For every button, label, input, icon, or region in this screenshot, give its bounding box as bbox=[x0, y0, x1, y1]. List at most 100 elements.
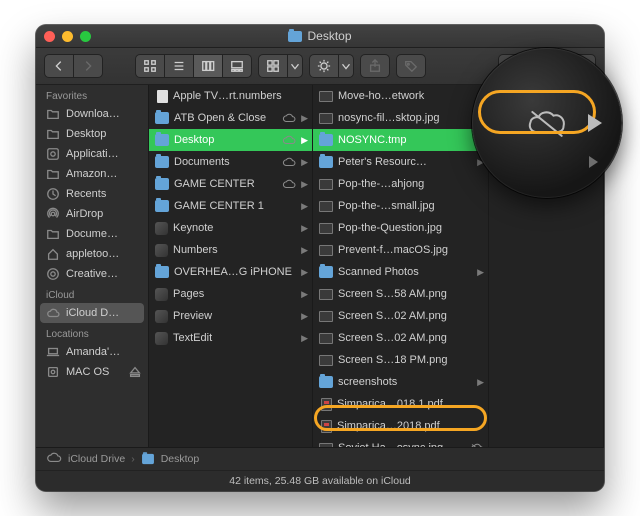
file-row[interactable]: Pop-the-Question.jpg bbox=[313, 217, 488, 239]
highlight-ring-icon bbox=[478, 90, 596, 134]
file-label: Numbers bbox=[173, 244, 296, 256]
folder-icon bbox=[142, 454, 154, 464]
folder-icon bbox=[155, 266, 169, 278]
file-row[interactable]: Prevent-f…macOS.jpg bbox=[313, 239, 488, 261]
window-title-text: Desktop bbox=[307, 29, 351, 43]
play-arrow-small-icon bbox=[589, 156, 598, 168]
zoom-button[interactable] bbox=[80, 31, 91, 42]
file-label: Scanned Photos bbox=[338, 266, 472, 278]
sidebar-item[interactable]: Amanda'… bbox=[36, 342, 148, 362]
path-segment[interactable]: iCloud Drive bbox=[68, 453, 125, 465]
file-label: Pop-the-Question.jpg bbox=[338, 222, 484, 234]
file-label: GAME CENTER bbox=[174, 178, 277, 190]
file-row[interactable]: GAME CENTER 1 ▶ bbox=[149, 195, 312, 217]
file-row[interactable]: Apple TV…rt.numbers bbox=[149, 85, 312, 107]
icon-view-button[interactable] bbox=[136, 55, 165, 77]
action-menu-button[interactable] bbox=[339, 55, 353, 77]
sidebar-item[interactable]: Amazon… bbox=[36, 164, 148, 184]
minimize-button[interactable] bbox=[62, 31, 73, 42]
file-row[interactable]: Soviet Ha…osync.jpg bbox=[313, 437, 488, 447]
column-view-button[interactable] bbox=[194, 55, 223, 77]
file-row[interactable]: ATB Open & Close ▶ bbox=[149, 107, 312, 129]
chevron-right-icon: ▶ bbox=[301, 245, 308, 256]
image-icon bbox=[319, 443, 333, 448]
file-label: Soviet Ha…osync.jpg bbox=[338, 442, 465, 447]
file-row[interactable]: Documents▶ bbox=[149, 151, 312, 173]
back-button[interactable] bbox=[45, 55, 74, 77]
chevron-right-icon: ▶ bbox=[301, 113, 308, 124]
file-row[interactable]: Simparica…018 1.pdf bbox=[313, 393, 488, 415]
file-label: TextEdit bbox=[173, 332, 296, 344]
file-row[interactable]: Pages▶ bbox=[149, 283, 312, 305]
file-row[interactable]: Screen S…02 AM.png bbox=[313, 327, 488, 349]
callout-magnifier bbox=[472, 48, 622, 198]
file-row[interactable]: nosync-fil…sktop.jpg bbox=[313, 107, 488, 129]
file-row[interactable]: Peter's Resourc…▶ bbox=[313, 151, 488, 173]
sidebar-item-label: appletoo… bbox=[66, 248, 119, 260]
app-icon bbox=[155, 288, 168, 301]
path-segment[interactable]: Desktop bbox=[161, 453, 200, 465]
sidebar-item[interactable]: AirDrop bbox=[36, 204, 148, 224]
tags-button[interactable] bbox=[397, 55, 425, 77]
column-2[interactable]: Move-ho…etwork nosync-fil…sktop.jpg NOSYNC… bbox=[313, 85, 489, 447]
arrange-menu-button[interactable] bbox=[288, 55, 302, 77]
sidebar-item[interactable]: Recents bbox=[36, 184, 148, 204]
close-button[interactable] bbox=[44, 31, 55, 42]
file-label: NOSYNC.tmp bbox=[338, 134, 472, 146]
sidebar-item[interactable]: Desktop bbox=[36, 124, 148, 144]
file-row[interactable]: TextEdit▶ bbox=[149, 327, 312, 349]
file-label: ATB Open & Close bbox=[174, 112, 277, 124]
file-row[interactable]: Pop-the-…small.jpg bbox=[313, 195, 488, 217]
file-row[interactable]: GAME CENTER ▶ bbox=[149, 173, 312, 195]
file-label: Pages bbox=[173, 288, 296, 300]
file-row[interactable]: Desktop▶ bbox=[149, 129, 312, 151]
arrange-button[interactable] bbox=[259, 55, 288, 77]
folder-icon bbox=[155, 156, 169, 168]
gallery-view-button[interactable] bbox=[223, 55, 251, 77]
app-icon bbox=[155, 310, 168, 323]
chevron-right-icon: ▶ bbox=[301, 267, 308, 278]
folder-icon bbox=[155, 112, 169, 124]
chevron-right-icon: ▶ bbox=[301, 223, 308, 234]
file-label: Documents bbox=[174, 156, 277, 168]
file-row[interactable]: NOSYNC.tmp▶ bbox=[313, 129, 488, 151]
path-bar[interactable]: iCloud Drive›Desktop bbox=[36, 447, 604, 470]
sidebar-item[interactable]: MAC OS bbox=[36, 362, 148, 382]
file-row[interactable]: Screen S…18 PM.png bbox=[313, 349, 488, 371]
file-label: GAME CENTER 1 bbox=[174, 200, 296, 212]
forward-button[interactable] bbox=[74, 55, 102, 77]
column-1[interactable]: Apple TV…rt.numbersATB Open & Close▶Desk… bbox=[149, 85, 313, 447]
file-row[interactable]: Move-ho…etwork bbox=[313, 85, 488, 107]
file-row[interactable]: Simparica…2018.pdf bbox=[313, 415, 488, 437]
file-row[interactable]: Keynote▶ bbox=[149, 217, 312, 239]
file-row[interactable]: Numbers ▶ bbox=[149, 239, 312, 261]
chevron-right-icon: ▶ bbox=[301, 135, 308, 146]
sidebar-item[interactable]: iCloud D… bbox=[40, 303, 144, 323]
file-row[interactable]: screenshots▶ bbox=[313, 371, 488, 393]
sidebar-section-header: iCloud bbox=[36, 284, 148, 303]
file-label: Simparica…2018.pdf bbox=[337, 420, 484, 432]
action-button[interactable] bbox=[310, 55, 339, 77]
play-arrow-icon bbox=[588, 114, 602, 132]
chevron-right-icon: ▶ bbox=[301, 201, 308, 212]
share-button[interactable] bbox=[361, 55, 389, 77]
file-row[interactable]: Preview▶ bbox=[149, 305, 312, 327]
file-row[interactable]: Pop-the-…ahjong bbox=[313, 173, 488, 195]
file-row[interactable]: OVERHEA…G iPHONE▶ bbox=[149, 261, 312, 283]
file-row[interactable]: Screen S…58 AM.png bbox=[313, 283, 488, 305]
image-icon bbox=[319, 113, 333, 124]
eject-icon[interactable] bbox=[128, 365, 142, 379]
file-row[interactable]: Screen S…02 AM.png bbox=[313, 305, 488, 327]
sidebar[interactable]: FavoritesDownloa…DesktopApplicati…Amazon… bbox=[36, 85, 149, 447]
image-icon bbox=[319, 289, 333, 300]
chevron-right-icon: ▶ bbox=[301, 179, 308, 190]
sidebar-section-header: Locations bbox=[36, 323, 148, 342]
file-label: nosync-fil…sktop.jpg bbox=[338, 112, 484, 124]
sidebar-item[interactable]: appletoo… bbox=[36, 244, 148, 264]
sidebar-item[interactable]: Docume… bbox=[36, 224, 148, 244]
sidebar-item[interactable]: Applicati… bbox=[36, 144, 148, 164]
sidebar-item[interactable]: Downloa… bbox=[36, 104, 148, 124]
file-row[interactable]: Scanned Photos▶ bbox=[313, 261, 488, 283]
sidebar-item[interactable]: Creative… bbox=[36, 264, 148, 284]
list-view-button[interactable] bbox=[165, 55, 194, 77]
